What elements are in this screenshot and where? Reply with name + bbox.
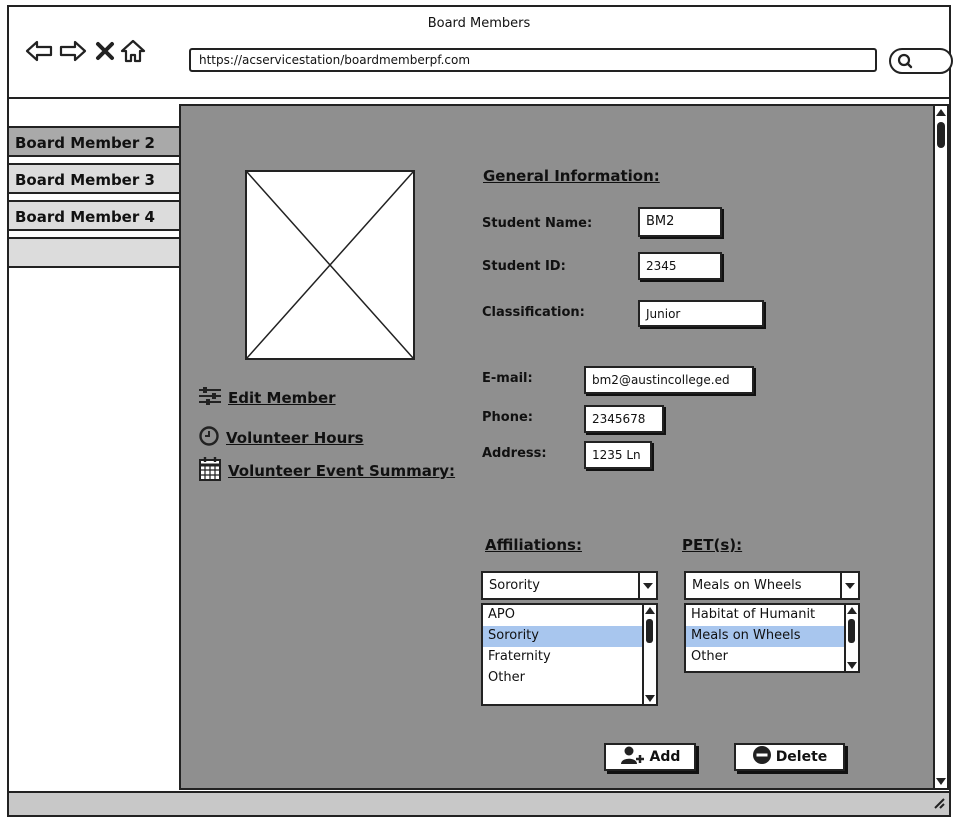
affiliations-list[interactable]: APO Sorority Fraternity Other [481, 603, 658, 706]
add-button[interactable]: Add [604, 743, 696, 771]
student-id-label: Student ID: [482, 259, 566, 274]
arrow-left-icon[interactable] [25, 37, 53, 65]
scroll-up-icon[interactable] [645, 607, 655, 614]
tab-board-member-3[interactable]: Board Member 3 [7, 163, 181, 194]
delete-button-label: Delete [775, 749, 828, 765]
delete-button[interactable]: Delete [734, 743, 845, 771]
pets-list[interactable]: Habitat of Humanit Meals on Wheels Other [684, 603, 860, 673]
classification-label: Classification: [482, 305, 585, 320]
pets-heading: PET(s): [682, 536, 743, 554]
classification-field[interactable]: Junior [638, 300, 764, 327]
affiliation-option-other[interactable]: Other [483, 668, 656, 689]
address-field[interactable]: 1235 Ln [584, 441, 652, 469]
pets-list-scrollbar[interactable] [844, 605, 858, 671]
search-field[interactable] [889, 48, 953, 74]
browser-toolbar: Board Members https://acservicestation/b… [9, 7, 953, 99]
tab-board-member-2[interactable]: Board Member 2 [7, 126, 181, 157]
arrow-right-icon[interactable] [59, 37, 87, 65]
close-icon[interactable] [91, 37, 119, 65]
scroll-up-icon[interactable] [847, 607, 857, 614]
affiliation-option-apo[interactable]: APO [483, 605, 656, 626]
url-input[interactable]: https://acservicestation/boardmemberpf.c… [189, 48, 877, 72]
affiliations-list-scrollbar[interactable] [642, 605, 656, 704]
resize-grip-icon[interactable] [931, 794, 945, 813]
member-photo-placeholder [245, 170, 415, 360]
pets-selected-value: Meals on Wheels [692, 578, 802, 593]
minus-circle-icon [752, 745, 772, 769]
status-bar [9, 791, 949, 815]
student-id-field[interactable]: 2345 [638, 252, 722, 280]
chevron-down-icon[interactable] [840, 573, 858, 598]
phone-label: Phone: [482, 410, 533, 425]
scroll-up-icon[interactable] [936, 109, 946, 116]
pet-option-habitat[interactable]: Habitat of Humanit [686, 605, 858, 626]
scroll-down-icon[interactable] [936, 778, 946, 785]
pets-select[interactable]: Meals on Wheels [684, 571, 860, 600]
member-tabs: Board Member 2 Board Member 3 Board Memb… [7, 126, 181, 274]
scroll-down-icon[interactable] [645, 695, 655, 702]
sliders-icon [198, 386, 222, 410]
volunteer-event-summary-link[interactable]: Volunteer Event Summary: [198, 456, 455, 486]
scroll-thumb[interactable] [848, 619, 855, 643]
scroll-down-icon[interactable] [847, 662, 857, 669]
volunteer-hours-link[interactable]: Volunteer Hours [198, 425, 364, 451]
search-icon[interactable] [897, 53, 913, 73]
volunteer-event-summary-label: Volunteer Event Summary: [228, 462, 456, 480]
email-field[interactable]: bm2@austincollege.ed [584, 366, 754, 394]
edit-member-link[interactable]: Edit Member [198, 386, 336, 410]
scroll-thumb[interactable] [937, 122, 945, 148]
window-title: Board Members [427, 16, 531, 31]
scroll-thumb[interactable] [646, 619, 653, 643]
general-information-heading: General Information: [483, 167, 660, 185]
add-button-label: Add [649, 749, 681, 765]
clock-icon [198, 425, 220, 451]
chevron-down-icon[interactable] [638, 573, 656, 598]
affiliations-selected-value: Sorority [489, 578, 540, 593]
affiliation-option-fraternity[interactable]: Fraternity [483, 647, 656, 668]
home-icon[interactable] [119, 37, 147, 65]
tab-board-member-4[interactable]: Board Member 4 [7, 200, 181, 231]
volunteer-hours-label: Volunteer Hours [226, 429, 364, 447]
add-user-icon [620, 745, 646, 769]
affiliation-option-sorority[interactable]: Sorority [483, 626, 656, 647]
address-label: Address: [482, 446, 547, 461]
affiliations-heading: Affiliations: [485, 536, 582, 554]
edit-member-label: Edit Member [228, 389, 336, 407]
phone-field[interactable]: 2345678 [584, 405, 664, 433]
pet-option-other[interactable]: Other [686, 647, 858, 668]
panel-scrollbar[interactable] [933, 106, 947, 788]
student-name-field[interactable]: BM2 [638, 207, 722, 237]
tab-empty[interactable] [7, 237, 181, 268]
pet-option-meals-on-wheels[interactable]: Meals on Wheels [686, 626, 858, 647]
email-label: E-mail: [482, 371, 533, 386]
affiliations-select[interactable]: Sorority [481, 571, 658, 600]
student-name-label: Student Name: [482, 216, 593, 231]
calendar-icon [198, 456, 222, 486]
